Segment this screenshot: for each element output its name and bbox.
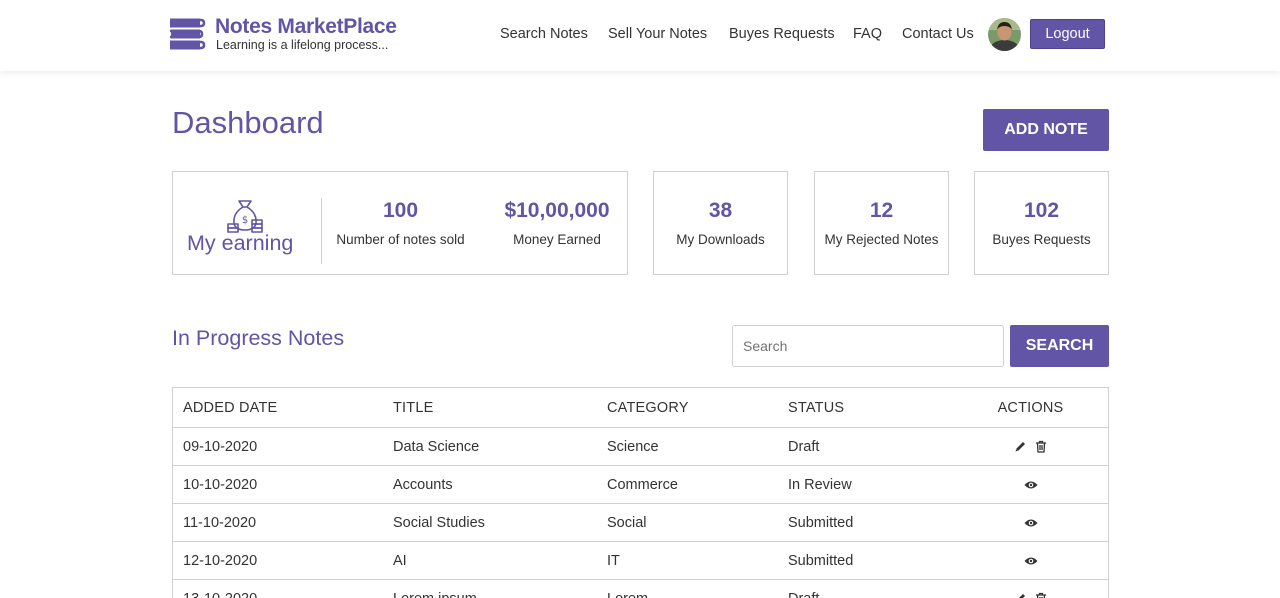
rejected-notes-card[interactable]: 12 My Rejected Notes	[814, 171, 949, 275]
col-title[interactable]: TITLE	[393, 388, 433, 427]
view-icon[interactable]	[1024, 516, 1038, 530]
row-actions	[963, 428, 1098, 465]
row-date: 10-10-2020	[183, 476, 258, 493]
in-progress-title: In Progress Notes	[172, 326, 345, 350]
buyer-requests-value: 102	[1023, 199, 1060, 222]
notes-sold-stat[interactable]: 100 Number of notes sold	[323, 172, 478, 276]
nav-contact-us[interactable]: Contact Us	[902, 26, 974, 44]
table-row[interactable]: 13-10-2020 Lorem ipsum Lorem Draft	[173, 580, 1108, 598]
row-actions	[963, 466, 1098, 503]
table-row[interactable]: 09-10-2020 Data Science Science Draft	[173, 428, 1108, 466]
earning-divider	[321, 198, 322, 264]
search-button[interactable]: SEARCH	[1010, 325, 1109, 367]
delete-icon[interactable]	[1034, 592, 1048, 598]
col-status[interactable]: STATUS	[788, 388, 844, 427]
row-status: Draft	[788, 438, 820, 455]
row-title: Social Studies	[393, 514, 485, 531]
row-category: Lorem	[607, 580, 648, 598]
nav-buyes-requests[interactable]: Buyes Requests	[729, 26, 835, 44]
buyer-requests-label: Buyes Requests	[992, 232, 1091, 247]
notes-sold-label: Number of notes sold	[336, 232, 465, 247]
edit-icon[interactable]	[1013, 592, 1027, 598]
row-category: IT	[607, 552, 620, 569]
nav-sell-your-notes[interactable]: Sell Your Notes	[608, 26, 707, 44]
row-date: 13-10-2020	[183, 580, 257, 598]
money-earned-label: Money Earned	[513, 232, 601, 247]
add-note-button[interactable]: ADD NOTE	[983, 109, 1109, 151]
row-actions	[963, 580, 1098, 598]
rejected-notes-label: My Rejected Notes	[824, 232, 939, 247]
row-title: Lorem ipsum	[393, 580, 477, 598]
notes-sold-value: 100	[382, 199, 419, 222]
books-stack-icon	[170, 18, 206, 50]
table-header: ADDED DATE TITLE CATEGORY STATUS ACTIONS	[173, 388, 1108, 428]
brand-logo[interactable]: Notes MarketPlace Learning is a lifelong…	[168, 15, 398, 56]
row-status: In Review	[788, 476, 852, 493]
row-status: Submitted	[788, 514, 854, 531]
row-date: 12-10-2020	[183, 552, 258, 569]
row-actions	[963, 504, 1098, 541]
row-status: Submitted	[788, 552, 854, 569]
logout-button[interactable]: Logout	[1030, 19, 1105, 49]
money-earned-stat[interactable]: $10,00,000 Money Earned	[478, 172, 636, 276]
table-row[interactable]: 11-10-2020 Social Studies Social Submitt…	[173, 504, 1108, 542]
row-date: 09-10-2020	[183, 438, 258, 455]
money-earned-value: $10,00,000	[504, 199, 610, 222]
page-title: Dashboard	[172, 105, 324, 140]
row-status: Draft	[788, 580, 819, 598]
col-added-date[interactable]: ADDED DATE	[183, 388, 277, 427]
edit-icon[interactable]	[1013, 440, 1027, 454]
user-photo-icon	[988, 18, 1021, 51]
row-title: AI	[393, 552, 407, 569]
my-earning-label: My earning	[187, 231, 294, 255]
downloads-card[interactable]: 38 My Downloads	[653, 171, 788, 275]
delete-icon[interactable]	[1034, 440, 1048, 454]
table-row[interactable]: 10-10-2020 Accounts Commerce In Review	[173, 466, 1108, 504]
brand-tagline: Learning is a lifelong process...	[216, 38, 389, 52]
nav-faq[interactable]: FAQ	[853, 26, 882, 44]
in-progress-table: ADDED DATE TITLE CATEGORY STATUS ACTIONS…	[172, 387, 1109, 598]
row-category: Commerce	[607, 476, 678, 493]
view-icon[interactable]	[1024, 478, 1038, 492]
row-title: Accounts	[393, 476, 453, 493]
nav-search-notes[interactable]: Search Notes	[500, 26, 588, 44]
brand-title: Notes MarketPlace	[215, 15, 397, 38]
top-navbar: Notes MarketPlace Learning is a lifelong…	[0, 0, 1280, 71]
col-actions: ACTIONS	[997, 399, 1064, 416]
search-input[interactable]	[732, 325, 1004, 367]
row-actions	[963, 542, 1098, 579]
row-category: Science	[607, 438, 659, 455]
downloads-label: My Downloads	[676, 232, 765, 247]
row-date: 11-10-2020	[183, 514, 257, 531]
buyer-requests-card[interactable]: 102 Buyes Requests	[974, 171, 1109, 275]
money-bag-icon: $	[227, 200, 263, 233]
downloads-value: 38	[708, 199, 733, 222]
col-category[interactable]: CATEGORY	[607, 388, 689, 427]
rejected-notes-value: 12	[869, 199, 894, 222]
row-category: Social	[607, 514, 647, 531]
user-avatar[interactable]	[988, 18, 1021, 51]
svg-text:$: $	[242, 215, 248, 226]
view-icon[interactable]	[1024, 554, 1038, 568]
earning-card: $ My earning 100 Number of notes sold $1…	[172, 171, 628, 275]
row-title: Data Science	[393, 438, 480, 455]
table-row[interactable]: 12-10-2020 AI IT Submitted	[173, 542, 1108, 580]
